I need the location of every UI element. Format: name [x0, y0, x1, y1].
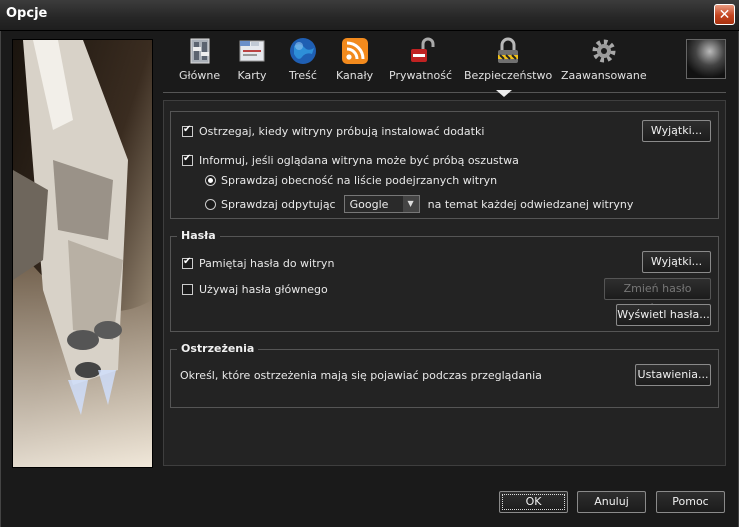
selected-tab-pointer [496, 90, 512, 97]
tab-label: Zaawansowane [561, 69, 647, 82]
remember-passwords-checkbox[interactable] [182, 256, 193, 269]
tab-kanaly[interactable]: Kanały [336, 36, 373, 82]
master-password-label: Używaj hasła głównego [199, 283, 328, 296]
close-button[interactable]: ✕ [714, 4, 735, 25]
tab-karty[interactable]: Karty [237, 36, 267, 82]
category-toolbar: Główne Karty Treść Kanały Prywatność Bez… [165, 36, 725, 90]
check-list-radio[interactable] [205, 175, 216, 186]
tab-label: Bezpieczeństwo [464, 69, 553, 82]
theme-avatar-image [686, 39, 726, 79]
fraud-warn-label: Informuj, jeśli oglądana witryna może by… [199, 154, 519, 167]
ok-button[interactable]: OK [499, 491, 568, 513]
change-master-password-button[interactable]: Zmień hasło główne [604, 278, 711, 315]
warnings-settings-button[interactable]: Ustawienia... [635, 364, 711, 386]
security-general-group: Ostrzegaj, kiedy witryny próbują instalo… [170, 111, 719, 219]
tab-label: Główne [179, 69, 221, 82]
addons-warn-label: Ostrzegaj, kiedy witryny próbują instalo… [199, 125, 485, 138]
master-password-row[interactable]: Używaj hasła głównego [182, 283, 328, 296]
password-exceptions-button[interactable]: Wyjątki... [642, 251, 711, 273]
tab-tresc[interactable]: Treść [288, 36, 318, 82]
security-panel: Ostrzegaj, kiedy witryny próbują instalo… [163, 100, 726, 466]
tab-glowne[interactable]: Główne [179, 36, 220, 82]
passwords-legend: Hasła [177, 229, 220, 242]
ask-provider-row[interactable]: Sprawdzaj odpytując Google ▼ na temat ka… [205, 195, 633, 213]
tab-prywatnosc[interactable]: Prywatność [389, 36, 452, 82]
tab-label: Prywatność [389, 69, 453, 82]
rss-icon [341, 38, 368, 64]
addons-warn-row[interactable]: Ostrzegaj, kiedy witryny próbują instalo… [182, 124, 485, 138]
toolbar-separator [163, 92, 726, 93]
window-title: Opcje [6, 6, 48, 21]
title-bar: Opcje ✕ [0, 0, 739, 31]
ask-provider-label: Sprawdzaj odpytując [221, 197, 336, 211]
warnings-group: Ostrzeżenia Określ, które ostrzeżenia ma… [170, 342, 719, 408]
check-list-row[interactable]: Sprawdzaj obecność na liście podejrzanyc… [205, 174, 497, 187]
tab-label: Karty [237, 69, 267, 82]
provider-select[interactable]: Google ▼ [343, 195, 420, 213]
addons-warn-checkbox[interactable] [182, 124, 193, 137]
chevron-down-icon: ▼ [402, 196, 419, 212]
tab-label: Treść [289, 69, 317, 82]
tabs-icon [239, 40, 265, 62]
fraud-warn-row[interactable]: Informuj, jeśli oglądana witryna może by… [182, 153, 519, 167]
tab-label: Kanały [336, 69, 374, 82]
warnings-legend: Ostrzeżenia [177, 342, 259, 355]
provider-select-value: Google [349, 197, 389, 211]
remember-passwords-label: Pamiętaj hasła do witryn [199, 257, 335, 270]
help-button[interactable]: Pomoc [656, 491, 725, 513]
tab-zaawansowane[interactable]: Zaawansowane [561, 36, 647, 82]
globe-icon [290, 38, 316, 64]
master-password-checkbox[interactable] [182, 284, 193, 295]
close-icon: ✕ [718, 7, 731, 23]
warnings-description-row: Określ, które ostrzeżenia mają się pojaw… [180, 369, 542, 382]
remember-passwords-row[interactable]: Pamiętaj hasła do witryn [182, 256, 335, 270]
show-passwords-button[interactable]: Wyświetl hasła... [616, 304, 711, 326]
tab-bezpieczenstwo[interactable]: Bezpieczeństwo [464, 36, 552, 82]
warnings-description: Określ, które ostrzeżenia mają się pojaw… [180, 369, 542, 382]
padlock-closed-icon [498, 37, 519, 63]
theme-side-image [12, 39, 153, 468]
ask-provider-suffix: na temat każdej odwiedzanej witryny [427, 197, 634, 211]
gear-icon [592, 39, 616, 63]
cancel-button[interactable]: Anuluj [577, 491, 646, 513]
addons-exceptions-button[interactable]: Wyjątki... [642, 120, 711, 142]
passwords-group: Hasła Pamiętaj hasła do witryn Wyjątki..… [170, 229, 719, 332]
padlock-open-icon [410, 37, 434, 62]
fraud-warn-checkbox[interactable] [182, 153, 193, 166]
ask-provider-radio[interactable] [205, 198, 216, 210]
switch-icon [190, 38, 210, 64]
check-list-label: Sprawdzaj obecność na liście podejrzanyc… [221, 174, 498, 187]
